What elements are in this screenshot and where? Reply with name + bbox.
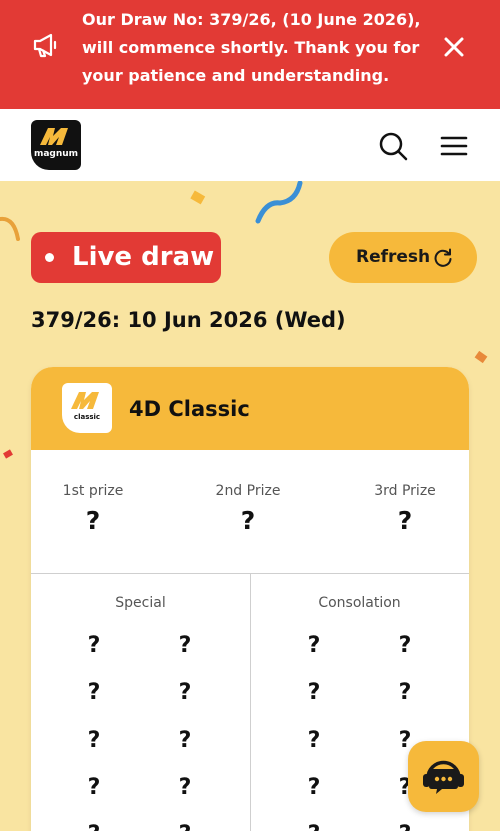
logo-text: magnum bbox=[33, 149, 79, 159]
consolation-number: ? bbox=[398, 633, 412, 658]
column-divider bbox=[250, 574, 251, 831]
special-title: Special bbox=[115, 595, 166, 611]
first-prize-label: 1st prize bbox=[62, 483, 124, 499]
classic-logo-text: classic bbox=[73, 413, 101, 421]
special-number: ? bbox=[87, 775, 101, 800]
special-number: ? bbox=[178, 775, 192, 800]
chat-support-icon bbox=[423, 760, 464, 794]
banner-message: Our Draw No: 379/26, (10 June 2026), wil… bbox=[82, 10, 421, 85]
special-number: ? bbox=[79, 821, 109, 831]
consolation-number: ? bbox=[398, 680, 412, 705]
refresh-button[interactable]: Refresh bbox=[329, 232, 477, 283]
special-number: ? bbox=[87, 680, 101, 705]
third-prize-value: ? bbox=[397, 506, 413, 535]
live-dot-icon bbox=[45, 253, 54, 262]
consolation-number: ? bbox=[307, 633, 321, 658]
first-prize: 1st prize ? bbox=[31, 482, 163, 536]
third-prize: 3rd Prize ? bbox=[335, 482, 469, 536]
card-title: 4D Classic bbox=[129, 397, 250, 421]
first-prize-value: ? bbox=[85, 506, 101, 535]
consolation-number: ? bbox=[307, 728, 321, 753]
consolation-number: ? bbox=[307, 775, 321, 800]
hamburger-menu-icon[interactable] bbox=[440, 133, 468, 159]
special-number: ? bbox=[178, 633, 192, 658]
second-prize-value: ? bbox=[240, 506, 256, 535]
refresh-label: Refresh bbox=[356, 247, 431, 267]
special-number: ? bbox=[170, 821, 200, 831]
consolation-number: ? bbox=[307, 680, 321, 705]
classic-logo-mark bbox=[71, 392, 99, 409]
second-prize: 2nd Prize ? bbox=[178, 482, 318, 536]
consolation-title: Consolation bbox=[318, 595, 401, 611]
prize-columns: Special Consolation ? ? ? ? ? ? ? ? ? ? … bbox=[31, 574, 469, 831]
megaphone-icon bbox=[33, 33, 57, 58]
draw-title: 379/26: 10 Jun 2026 (Wed) bbox=[31, 308, 346, 332]
refresh-icon bbox=[434, 248, 452, 267]
special-number: ? bbox=[178, 728, 192, 753]
third-prize-label: 3rd Prize bbox=[374, 483, 436, 499]
search-icon[interactable] bbox=[378, 131, 408, 161]
top-prizes: 1st prize ? 2nd Prize ? 3rd Prize ? bbox=[31, 450, 469, 574]
special-number: ? bbox=[178, 680, 192, 705]
magnum-logo[interactable]: magnum bbox=[31, 120, 81, 170]
special-number: ? bbox=[87, 728, 101, 753]
results-card: classic 4D Classic 1st prize ? 2nd Prize… bbox=[31, 367, 469, 831]
close-icon[interactable] bbox=[441, 34, 467, 60]
logo-mark bbox=[40, 128, 68, 145]
classic-logo: classic bbox=[62, 383, 112, 433]
chat-support-button[interactable] bbox=[408, 741, 479, 812]
consolation-number: ? bbox=[390, 821, 420, 831]
live-draw-badge: Live draw bbox=[31, 232, 221, 283]
second-prize-label: 2nd Prize bbox=[215, 483, 281, 499]
site-header: magnum bbox=[0, 109, 500, 181]
notification-banner: Our Draw No: 379/26, (10 June 2026), wil… bbox=[0, 0, 500, 109]
card-header: classic 4D Classic bbox=[31, 367, 469, 450]
live-draw-label: Live draw bbox=[72, 242, 215, 272]
consolation-number: ? bbox=[299, 821, 329, 831]
special-number: ? bbox=[87, 633, 101, 658]
